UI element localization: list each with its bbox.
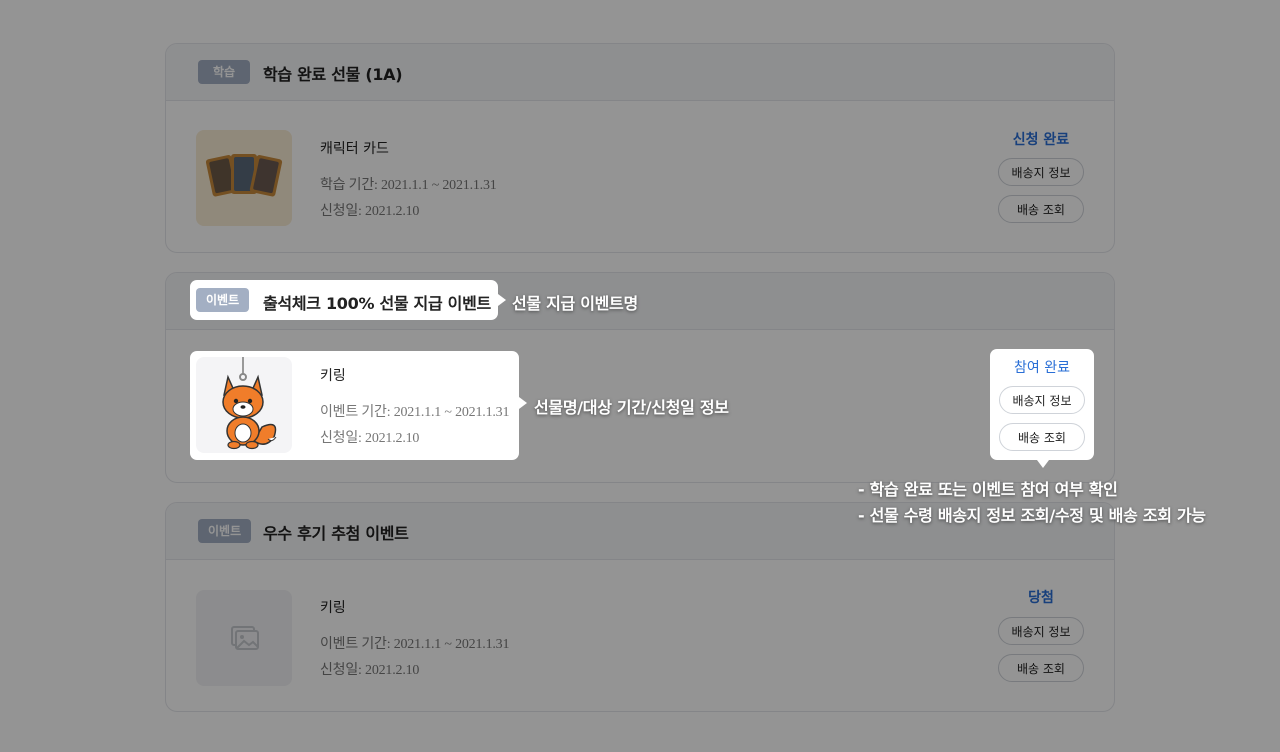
pointer-arrow <box>498 294 506 306</box>
item-apply-date: 신청일: 2021.2.10 <box>320 431 420 446</box>
item-info: 키링 이벤트 기간: 2021.1.1 ~ 2021.1.31 신청일: 202… <box>320 365 509 447</box>
delivery-info-button[interactable]: 배송지 정보 <box>999 386 1085 414</box>
callout-status-line-1: - 학습 완료 또는 이벤트 참여 여부 확인 <box>858 480 1118 499</box>
pointer-arrow <box>519 397 527 409</box>
highlight-status-actions: 참여 완료 배송지 정보 배송 조회 <box>990 349 1094 468</box>
callout-status-line-2: - 선물 수령 배송지 정보 조회/수정 및 배송 조회 가능 <box>858 506 1206 525</box>
card-title: 출석체크 100% 선물 지급 이벤트 <box>263 294 491 313</box>
callout-item-info: 선물명/대상 기간/신청일 정보 <box>534 398 729 417</box>
category-tag: 이벤트 <box>196 288 250 312</box>
highlight-item-info: 키링 이벤트 기간: 2021.1.1 ~ 2021.1.31 신청일: 202… <box>190 351 527 460</box>
fox-keyring-image <box>196 357 292 453</box>
delivery-track-button[interactable]: 배송 조회 <box>999 423 1085 451</box>
callout-event-name: 선물 지급 이벤트명 <box>512 294 638 313</box>
highlight-event-title: 이벤트 출석체크 100% 선물 지급 이벤트 <box>190 280 506 320</box>
pointer-arrow <box>1037 460 1049 468</box>
gift-list-page: 학습 학습 완료 선물 (1A) 캐릭터 카드 학습 기간: 2021.1.1 … <box>0 0 1280 752</box>
item-period: 이벤트 기간: 2021.1.1 ~ 2021.1.31 <box>320 405 510 420</box>
item-name: 키링 <box>320 368 346 384</box>
status-badge: 참여 완료 <box>1014 360 1070 376</box>
